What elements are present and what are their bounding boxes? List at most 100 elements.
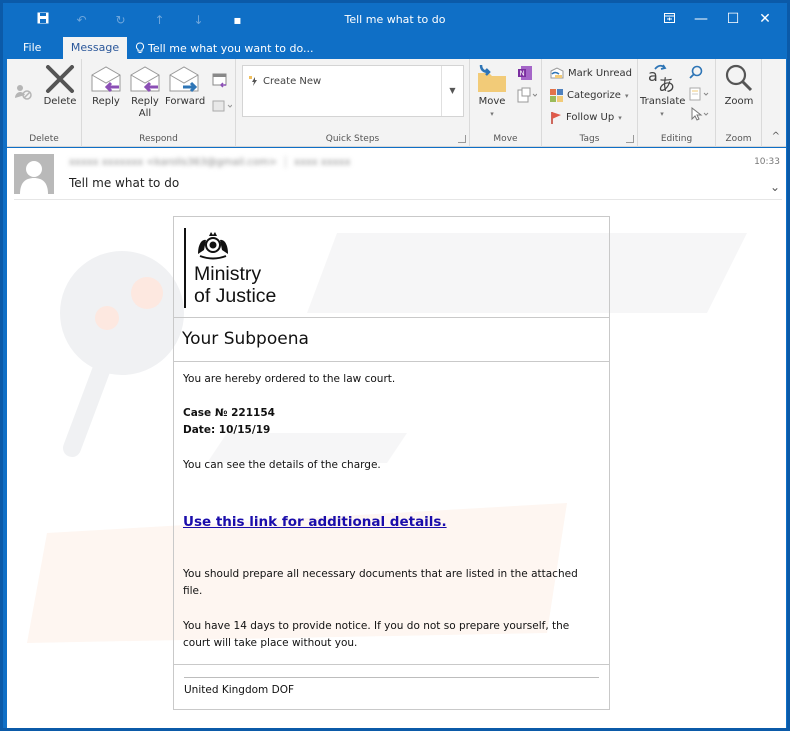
footer-divider: [184, 677, 599, 678]
delete-label: Delete: [43, 96, 77, 107]
more-respond-button[interactable]: [210, 99, 234, 116]
ribbon-display-options-icon[interactable]: [653, 7, 685, 31]
categorize-button[interactable]: Categorize ▾: [550, 89, 628, 102]
categorize-label: Categorize: [567, 90, 621, 101]
close-icon[interactable]: ✕: [749, 7, 781, 31]
svg-text:あ: あ: [658, 76, 675, 93]
collapse-ribbon-icon[interactable]: ^: [772, 131, 780, 142]
calendar-reply-icon: [212, 73, 227, 88]
footer-signature: United Kingdom DOF: [184, 684, 295, 696]
case-number: Case № 221154: [183, 407, 275, 419]
tab-message[interactable]: Message: [63, 37, 127, 59]
sender-line-redacted: xxxxx xxxxxxx <karolis363@gmail.com> xxx…: [69, 156, 351, 168]
group-label-move: Move: [493, 134, 518, 144]
window-controls: — ☐ ✕: [653, 7, 781, 31]
follow-up-label: Follow Up: [566, 112, 615, 123]
translate-label: Translate: [640, 96, 686, 107]
group-label-zoom: Zoom: [725, 134, 752, 144]
minimize-icon[interactable]: —: [685, 7, 717, 31]
message-time: 10:33: [754, 157, 780, 167]
move-label: Move: [478, 96, 506, 107]
related-button[interactable]: [688, 87, 710, 104]
move-dropdown-icon: ▾: [490, 110, 494, 118]
case-date: Date: 10/15/19: [183, 424, 271, 436]
reply-icon: [91, 66, 121, 93]
body-paragraph-4: You have 14 days to provide notice. If y…: [183, 620, 570, 649]
heading-section: Your Subpoena: [174, 318, 609, 362]
group-label-quick-steps: Quick Steps: [325, 134, 380, 144]
forward-icon: [169, 66, 199, 93]
meeting-reply-button[interactable]: [210, 73, 230, 92]
tab-file[interactable]: File: [23, 37, 41, 59]
expand-header-chevron-icon[interactable]: ⌄: [770, 180, 780, 194]
outlook-message-window: ↶ ↻ ↑ ↓ ▪ Tell me what to do — ☐ ✕ File …: [0, 0, 790, 731]
flag-icon: [551, 112, 561, 124]
select-button[interactable]: [688, 106, 710, 124]
zoom-button[interactable]: Zoom: [720, 63, 758, 108]
reply-all-label-1: Reply: [131, 96, 159, 107]
forward-button[interactable]: Forward: [165, 65, 205, 108]
group-label-tags: Tags: [579, 134, 600, 144]
ignore-button[interactable]: [13, 83, 33, 104]
translate-dropdown-icon: ▾: [660, 110, 664, 118]
reply-all-button[interactable]: Reply All: [127, 65, 163, 120]
group-zoom: Zoom Zoom: [716, 59, 762, 147]
find-icon: [689, 65, 703, 79]
svg-text:N: N: [520, 70, 525, 78]
royal-crest-icon: [198, 232, 228, 260]
group-label-editing: Editing: [660, 134, 693, 144]
lightbulb-icon: [135, 42, 145, 53]
follow-up-button[interactable]: Follow Up ▾: [550, 111, 622, 124]
message-subject: Tell me what to do: [69, 176, 180, 190]
body-paragraph-2: You can see the details of the charge.: [183, 459, 381, 471]
translate-icon: aあ: [648, 64, 675, 96]
logo-section: Ministry of Justice: [174, 217, 609, 318]
move-button[interactable]: Move ▾: [474, 63, 510, 120]
recipient[interactable]: xxxx xxxxx: [294, 157, 350, 168]
ribbon: Delete Delete Reply Reply All Forward Re…: [7, 59, 786, 147]
delete-button[interactable]: Delete: [43, 65, 77, 108]
title-bar: ↶ ↻ ↑ ↓ ▪ Tell me what to do — ☐ ✕: [3, 3, 787, 37]
body-paragraph-3: You should prepare all necessary documen…: [183, 568, 578, 597]
group-label-delete: Delete: [29, 134, 59, 144]
logo-bar: [184, 228, 186, 308]
reading-pane: xxxxx xxxxxxx <karolis363@gmail.com> xxx…: [7, 148, 786, 728]
person-icon: [20, 161, 48, 194]
logo-line-2: of Justice: [194, 285, 277, 307]
reply-all-icon: [130, 66, 160, 93]
more-respond-icon: [212, 100, 233, 112]
onenote-button[interactable]: N: [516, 65, 534, 84]
subpoena-heading: Your Subpoena: [182, 329, 309, 349]
reply-label: Reply: [92, 96, 120, 107]
group-quick-steps: Create New ▼ Quick Steps: [236, 59, 470, 147]
reply-button[interactable]: Reply: [88, 65, 124, 108]
sender-address[interactable]: xxxxx xxxxxxx <karolis363@gmail.com>: [69, 157, 277, 168]
mark-unread-label: Mark Unread: [568, 67, 633, 79]
tell-me-search[interactable]: Tell me what you want to do...: [135, 37, 314, 59]
categorize-dropdown-icon: ▾: [624, 91, 629, 100]
ignore-icon: [15, 85, 32, 100]
group-tags: Mark Unread Categorize ▾ Follow Up ▾ Tag…: [542, 59, 638, 147]
actions-button[interactable]: [516, 87, 538, 106]
group-move: Move ▾ N Move: [470, 59, 542, 147]
maximize-icon[interactable]: ☐: [717, 7, 749, 31]
mark-unread-button[interactable]: Mark Unread: [550, 67, 632, 79]
sender-avatar: [14, 154, 54, 194]
translate-button[interactable]: aあ Translate ▾: [640, 63, 686, 120]
quick-steps-dropdown[interactable]: ▼: [441, 66, 463, 116]
move-folder-icon: [478, 64, 506, 92]
actions-icon: [517, 87, 538, 103]
zoom-magnifier-icon: [725, 64, 753, 92]
find-button[interactable]: [688, 65, 704, 82]
header-divider: [14, 199, 782, 200]
additional-details-link[interactable]: Use this link for additional details.: [183, 514, 447, 530]
tags-launcher[interactable]: [626, 135, 634, 143]
delete-x-icon: [46, 65, 74, 93]
quick-steps-launcher[interactable]: [458, 135, 466, 143]
quick-step-create-new[interactable]: Create New: [249, 76, 321, 87]
ribbon-tabs: File Message Tell me what you want to do…: [3, 37, 787, 59]
cursor-icon: [691, 106, 709, 121]
related-icon: [689, 87, 709, 101]
body-section: You are hereby ordered to the law court.…: [174, 362, 609, 665]
group-label-respond: Respond: [139, 134, 178, 144]
